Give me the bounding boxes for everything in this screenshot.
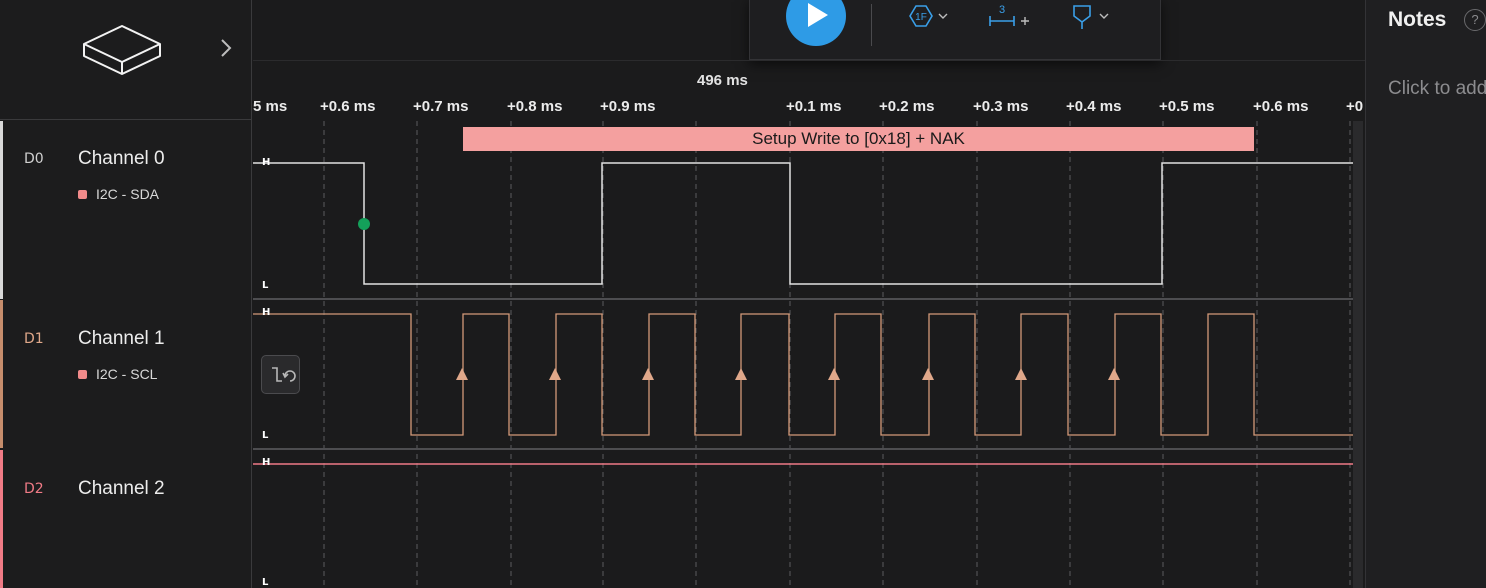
measurement-icon: 3: [989, 4, 1029, 26]
tick-label: +0.8 ms: [507, 98, 563, 115]
channel-1-analyzer-label: I2C - SCL: [96, 366, 158, 382]
rising-edge-markers: [456, 368, 1120, 380]
channel-2-name[interactable]: Channel 2: [78, 478, 165, 500]
channel-row-0[interactable]: D0 Channel 0 I2C - SDA: [0, 121, 252, 299]
channel-0-waveform: [253, 162, 1353, 285]
row-separators: [253, 298, 1353, 450]
help-icon[interactable]: ?: [1464, 9, 1486, 31]
add-measurement-button[interactable]: 3: [986, 2, 1034, 30]
flag-marker-icon: [1073, 5, 1109, 29]
tick-label: +0.6 ms: [320, 98, 376, 115]
channel-2-low-label: L: [262, 577, 269, 588]
notes-input[interactable]: Click to add: [1388, 78, 1486, 100]
time-center-label: 496 ms: [697, 72, 748, 89]
tick-label: +0.3 ms: [973, 98, 1029, 115]
start-condition-marker: [358, 218, 370, 230]
channel-row-1[interactable]: D1 Channel 1 I2C - SCL: [0, 300, 252, 448]
channel-0-high-label: H: [262, 157, 271, 168]
chevron-down-icon: [1099, 13, 1109, 19]
channel-2-id: D2: [24, 481, 44, 497]
channel-0-analyzer[interactable]: I2C - SDA: [78, 186, 159, 202]
tick-label: +0: [1346, 98, 1364, 115]
channel-0-low-label: L: [262, 280, 269, 291]
channel-1-waveform: [253, 313, 1353, 436]
tick-label: +0.4 ms: [1066, 98, 1122, 115]
channels-panel: D0 Channel 0 I2C - SDA D1 Channel 1 I2C …: [0, 0, 252, 588]
i2c-decoded-frame[interactable]: Setup Write to [0x18] + NAK: [463, 127, 1254, 151]
channel-0-analyzer-label: I2C - SDA: [96, 186, 160, 202]
analyzer-color-dot: [78, 189, 87, 199]
tick-label: +0.9 ms: [600, 98, 656, 115]
channel-1-low-label: L: [262, 430, 269, 441]
analyzer-color-dot: [78, 369, 87, 379]
notes-title: Notes: [1388, 8, 1447, 31]
channel-1-color-strip: [0, 300, 3, 448]
device-area: [0, 0, 252, 120]
waveform-scrollbar[interactable]: [1353, 121, 1363, 588]
plus-icon: [1021, 17, 1029, 25]
edge-trigger-button[interactable]: [261, 355, 300, 394]
start-capture-button[interactable]: [786, 0, 846, 46]
channel-2-high-label: H: [262, 457, 271, 468]
logic-analyzer-device-icon: [83, 25, 161, 75]
waveform-area[interactable]: [253, 121, 1353, 588]
trigger-hexagon-icon: 1F: [909, 5, 948, 27]
time-gridlines: [323, 121, 1351, 588]
tick-label: +0.5 ms: [1159, 98, 1215, 115]
channel-0-id: D0: [24, 151, 44, 167]
expand-chevron-icon[interactable]: [216, 38, 236, 58]
falling-edge-icon: [272, 367, 296, 382]
chevron-down-icon: [938, 13, 948, 19]
marker-button[interactable]: [1070, 2, 1116, 30]
channel-2-color-strip: [0, 450, 3, 588]
notes-panel: Notes ? Click to add: [1365, 0, 1486, 588]
channel-1-analyzer[interactable]: I2C - SCL: [78, 366, 157, 382]
capture-toolbar: 1F 3: [749, 0, 1161, 60]
toolbar-divider: [871, 4, 872, 46]
svg-text:1F: 1F: [915, 12, 927, 23]
channel-1-name[interactable]: Channel 1: [78, 328, 165, 350]
tick-label: +0.7 ms: [413, 98, 469, 115]
tick-label: +0.2 ms: [879, 98, 935, 115]
channel-1-high-label: H: [262, 307, 271, 318]
channel-0-color-strip: [0, 121, 3, 299]
channel-row-2[interactable]: D2 Channel 2: [0, 450, 252, 588]
tick-label: +0.6 ms: [1253, 98, 1309, 115]
channel-1-id: D1: [24, 331, 44, 347]
trigger-button[interactable]: 1F: [902, 2, 954, 30]
channel-0-name[interactable]: Channel 0: [78, 148, 165, 170]
tick-label: 5 ms: [253, 98, 288, 115]
time-ruler[interactable]: 496 ms 5 ms +0.6 ms +0.7 ms +0.8 ms +0.9…: [253, 60, 1365, 121]
svg-text:3: 3: [999, 4, 1005, 16]
play-icon: [808, 3, 828, 27]
tick-label: +0.1 ms: [786, 98, 842, 115]
